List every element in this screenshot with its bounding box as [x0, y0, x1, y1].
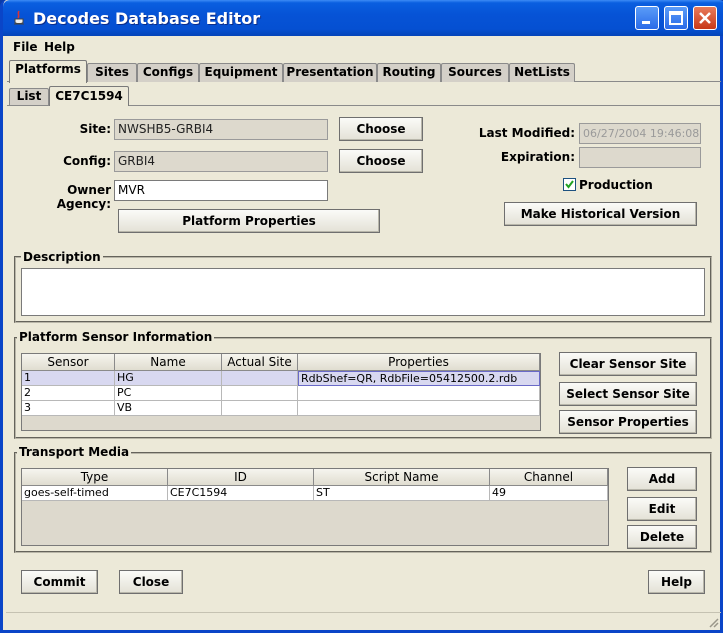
script-name-cell: ST [314, 486, 490, 501]
close-window-button[interactable] [693, 6, 717, 30]
status-bar [6, 612, 721, 630]
tab-equipment[interactable]: Equipment [199, 63, 283, 82]
sensor-cell: 2 [22, 386, 115, 401]
edit-transport-button[interactable]: Edit [627, 497, 697, 521]
channel-col-header[interactable]: Channel [490, 469, 608, 486]
help-button[interactable]: Help [648, 570, 705, 594]
config-field: GRBI4 [114, 151, 328, 172]
actual-site-col-header[interactable]: Actual Site [222, 354, 298, 371]
tab-netlists[interactable]: NetLists [509, 63, 575, 82]
script-name-col-header[interactable]: Script Name [314, 469, 490, 486]
minimize-button[interactable] [635, 6, 659, 30]
menu-bar: File Help [6, 38, 721, 56]
id-cell: CE7C1594 [168, 486, 314, 501]
subtab-list[interactable]: List [9, 88, 49, 105]
make-historical-version-button[interactable]: Make Historical Version [504, 202, 697, 226]
tab-routing[interactable]: Routing [377, 63, 441, 82]
properties-cell: RdbShef=QR, RdbFile=05412500.2.rdb [298, 371, 540, 386]
config-label: Config: [63, 154, 111, 168]
commit-button[interactable]: Commit [21, 570, 98, 594]
id-col-header[interactable]: ID [168, 469, 314, 486]
production-label: Production [579, 178, 653, 192]
table-row[interactable]: 2 PC [22, 386, 540, 401]
subtab-platform-ce7c1594[interactable]: CE7C1594 [49, 86, 129, 106]
name-col-header[interactable]: Name [115, 354, 222, 371]
add-transport-button[interactable]: Add [627, 467, 697, 491]
tab-configs[interactable]: Configs [137, 63, 199, 82]
checkmark-icon [565, 180, 574, 189]
tab-platforms[interactable]: Platforms [9, 60, 87, 83]
sensor-info-title: Platform Sensor Information [17, 330, 215, 344]
menu-file[interactable]: File [13, 40, 38, 54]
properties-cell [298, 401, 540, 416]
maximize-button[interactable] [664, 6, 688, 30]
description-title: Description [21, 250, 103, 264]
resize-grip-icon[interactable] [707, 616, 719, 628]
channel-cell: 49 [490, 486, 608, 501]
sensor-table: Sensor Name Actual Site Properties 1 HG … [21, 353, 541, 431]
delete-transport-button[interactable]: Delete [627, 525, 697, 549]
table-row[interactable]: goes-self-timed CE7C1594 ST 49 [22, 486, 608, 501]
app-window: Decodes Database Editor File Help Platfo… [0, 0, 723, 633]
table-row[interactable]: 1 HG RdbShef=QR, RdbFile=05412500.2.rdb [22, 371, 540, 386]
production-checkbox[interactable] [563, 178, 576, 191]
sensor-properties-button[interactable]: Sensor Properties [559, 410, 697, 434]
clear-sensor-site-button[interactable]: Clear Sensor Site [559, 352, 697, 376]
actual-site-cell [222, 371, 298, 386]
sensor-cell: 1 [22, 371, 115, 386]
maximize-icon [669, 11, 683, 25]
choose-site-button[interactable]: Choose [339, 117, 423, 141]
select-sensor-site-button[interactable]: Select Sensor Site [559, 382, 697, 406]
site-label: Site: [79, 122, 111, 136]
menu-help[interactable]: Help [44, 40, 75, 54]
platform-properties-button[interactable]: Platform Properties [118, 209, 380, 233]
choose-config-button[interactable]: Choose [339, 149, 423, 173]
actual-site-cell [222, 401, 298, 416]
last-modified-field: 06/27/2004 19:46:08 [579, 123, 701, 144]
title-bar[interactable]: Decodes Database Editor [3, 0, 723, 36]
properties-col-header[interactable]: Properties [298, 354, 540, 371]
platform-sub-tab-bar: List CE7C1594 [9, 86, 721, 106]
minimize-icon [642, 21, 650, 24]
sensor-col-header[interactable]: Sensor [22, 354, 115, 371]
table-row[interactable]: 3 VB [22, 401, 540, 416]
last-modified-label: Last Modified: [478, 126, 575, 140]
properties-cell [298, 386, 540, 401]
name-cell: HG [115, 371, 222, 386]
actual-site-cell [222, 386, 298, 401]
main-tab-bar: Platforms Sites Configs Equipment Presen… [7, 60, 721, 83]
tab-sources[interactable]: Sources [441, 63, 509, 82]
close-icon [699, 12, 711, 24]
app-icon [14, 10, 24, 25]
expiration-field[interactable] [579, 147, 701, 168]
site-field: NWSHB5-GRBI4 [114, 119, 328, 140]
type-col-header[interactable]: Type [22, 469, 168, 486]
name-cell: PC [115, 386, 222, 401]
owner-agency-input[interactable]: MVR [114, 180, 328, 201]
window-title: Decodes Database Editor [33, 9, 261, 28]
type-cell: goes-self-timed [22, 486, 168, 501]
close-button[interactable]: Close [119, 570, 183, 594]
sensor-cell: 3 [22, 401, 115, 416]
tab-sites[interactable]: Sites [87, 63, 137, 82]
name-cell: VB [115, 401, 222, 416]
transport-table: Type ID Script Name Channel goes-self-ti… [21, 468, 609, 546]
expiration-label: Expiration: [500, 150, 575, 164]
tab-presentation[interactable]: Presentation [283, 63, 377, 82]
owner-agency-label: Owner Agency: [56, 183, 111, 211]
transport-media-title: Transport Media [17, 445, 132, 459]
description-textarea[interactable] [21, 268, 705, 316]
